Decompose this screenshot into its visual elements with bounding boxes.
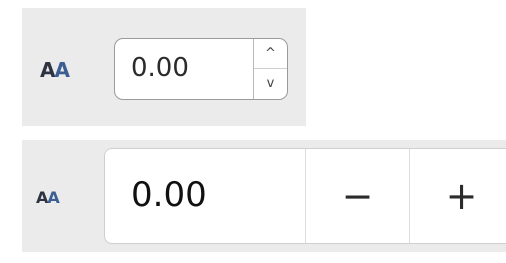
spinbox-comparison: AA 0.00 ^ v AA 0.00 − + [0,0,506,263]
spin-value[interactable]: 0.00 [131,53,189,83]
increment-button[interactable]: + [409,149,506,243]
decrement-arrow-icon[interactable]: v [254,68,287,99]
spin-button-legacy[interactable]: 0.00 ^ v [114,38,288,100]
spin-arrows: ^ v [253,39,287,99]
font-size-icon: AA [36,188,60,207]
toolbar-panel-modern: AA 0.00 − + [22,140,506,252]
spin-value[interactable]: 0.00 [131,175,207,215]
toolbar-panel-legacy: AA 0.00 ^ v [22,8,306,126]
spin-button-modern[interactable]: 0.00 − + [104,148,506,244]
decrement-button[interactable]: − [305,149,409,243]
increment-arrow-icon[interactable]: ^ [254,39,287,69]
font-size-icon: AA [40,58,70,82]
